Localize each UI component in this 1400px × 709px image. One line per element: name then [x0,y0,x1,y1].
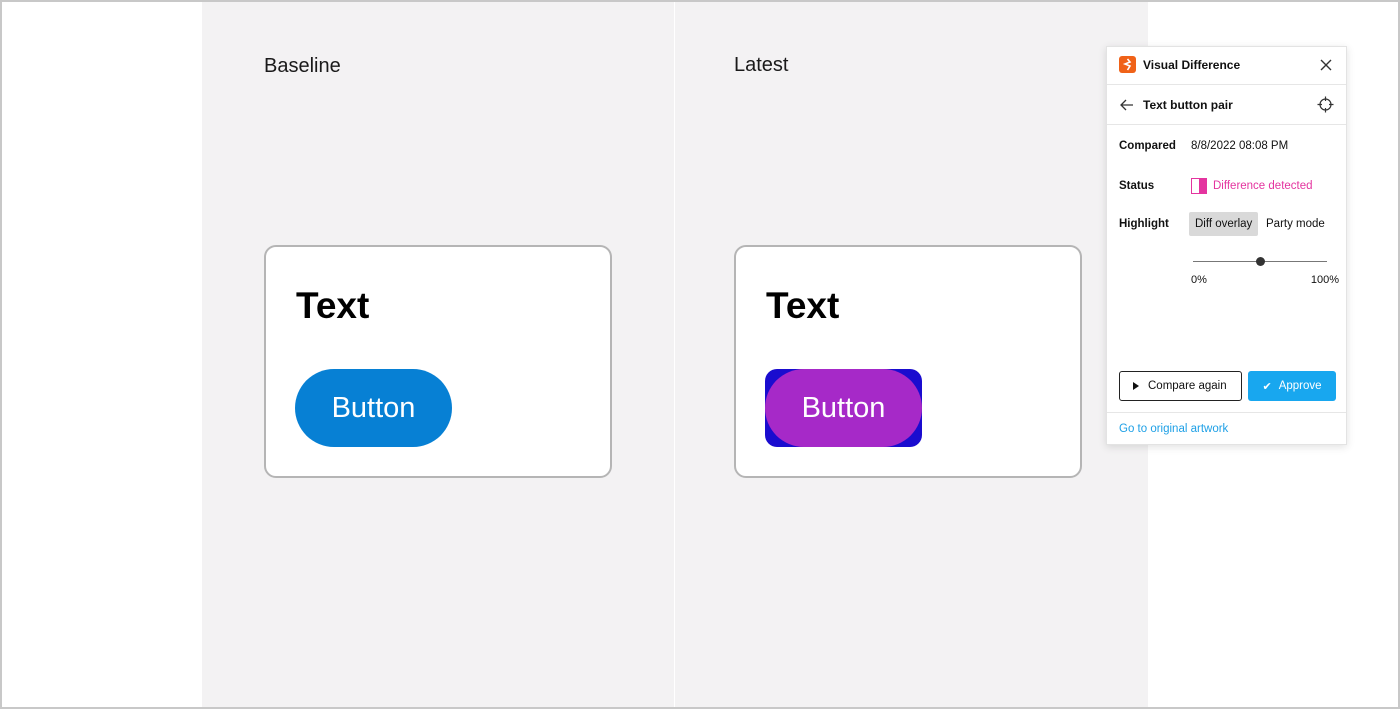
close-icon[interactable] [1318,57,1334,73]
latest-card: Text Button [734,245,1082,478]
slider-knob[interactable] [1255,257,1265,266]
go-to-artwork-link[interactable]: Go to original artwork [1119,423,1228,435]
approve-label: Approve [1278,380,1322,392]
item-title: Text button pair [1143,98,1233,112]
status-label: Status [1119,180,1155,192]
latest-label: Latest [734,54,789,76]
mode-party-mode[interactable]: Party mode [1260,212,1331,236]
baseline-label: Baseline [264,55,341,77]
crosshair-icon[interactable] [1317,96,1334,113]
panel-divider [1107,412,1346,413]
compared-value: 8/8/2022 08:08 PM [1191,140,1289,152]
status-value: Difference detected [1213,180,1313,192]
status-diff-icon [1191,178,1207,194]
latest-card-text: Text [766,285,840,326]
baseline-card-text: Text [296,285,370,326]
highlight-label: Highlight [1119,218,1169,230]
latest-button: Button [765,369,922,447]
app-logo-icon [1119,56,1136,73]
check-icon: ✔ [1262,380,1272,393]
baseline-button: Button [295,369,452,447]
panel-subheader: Text button pair [1107,85,1346,125]
compared-label: Compared [1119,140,1176,152]
mode-diff-overlay[interactable]: Diff overlay [1189,212,1259,236]
approve-button[interactable]: ✔ Approve [1248,371,1336,401]
baseline-card: Text Button [264,245,612,478]
play-icon [1133,382,1139,390]
compare-again-label: Compare again [1148,380,1227,392]
visual-difference-panel: Visual Difference Text button pair Compa… [1106,46,1347,445]
panel-title: Visual Difference [1143,58,1241,72]
slider-max-label: 100% [1310,274,1339,286]
diff-overlay-box: Button [765,369,922,447]
canvas-divider [674,2,675,707]
panel-header: Visual Difference [1107,47,1346,85]
compare-again-button[interactable]: Compare again [1119,371,1242,401]
back-arrow-icon[interactable] [1119,97,1135,113]
slider-min-label: 0% [1191,274,1207,286]
